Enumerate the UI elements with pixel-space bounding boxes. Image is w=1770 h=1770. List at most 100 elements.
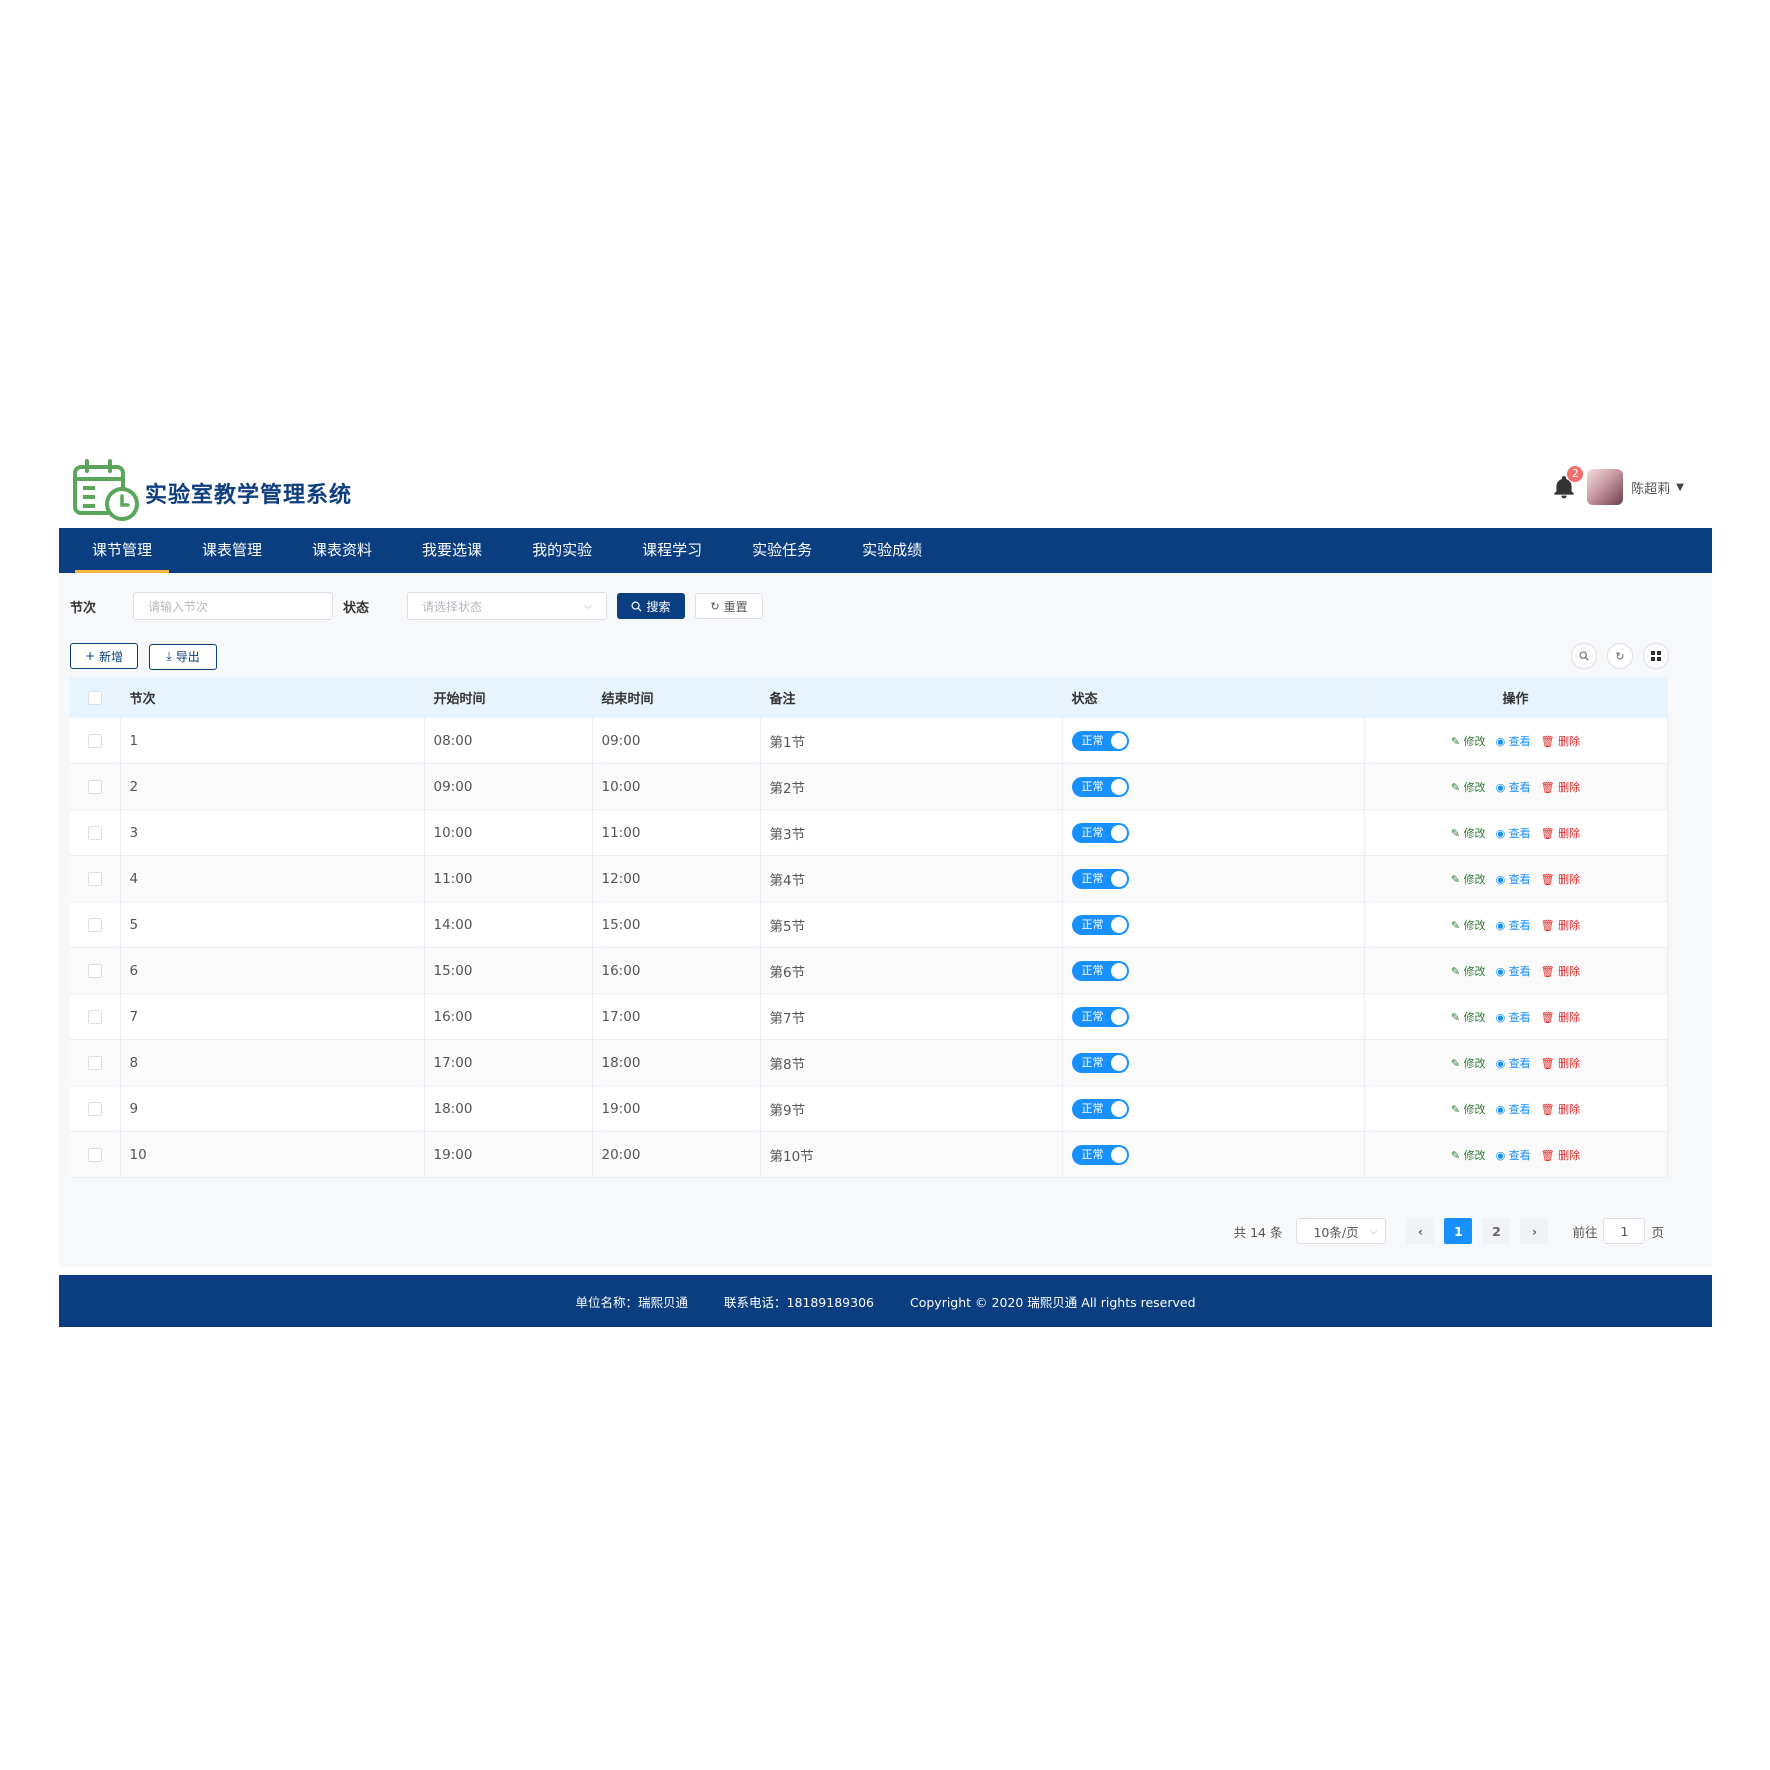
actions-cell: ✎ 修改 ◉ 查看 🗑 删除 — [1364, 993, 1668, 1040]
nav-item-schedule-management[interactable]: 课表管理 — [185, 528, 279, 573]
add-button-label: 新增 — [99, 649, 124, 664]
status-switch[interactable]: 正常 — [1071, 868, 1129, 889]
status-switch[interactable]: 正常 — [1071, 960, 1129, 981]
row-checkbox[interactable] — [87, 733, 102, 748]
status-switch[interactable]: 正常 — [1071, 730, 1129, 751]
table-row: 1 08:00 09:00 第1节 正常 ✎ 修改 ◉ 查看 🗑 删除 — [70, 718, 1668, 764]
edit-button[interactable]: ✎ 修改 — [1451, 1055, 1486, 1071]
nav-item-lesson-management[interactable]: 课节管理 — [75, 528, 170, 573]
delete-button[interactable]: 🗑 删除 — [1541, 963, 1580, 979]
reset-button[interactable]: ↻ 重置 — [695, 593, 763, 619]
status-cell: 正常 — [1062, 1085, 1365, 1132]
row-checkbox[interactable] — [87, 1147, 102, 1162]
status-switch[interactable]: 正常 — [1071, 1006, 1129, 1027]
row-checkbox[interactable] — [87, 825, 102, 840]
delete-button[interactable]: 🗑 删除 — [1541, 733, 1580, 749]
delete-button[interactable]: 🗑 删除 — [1541, 825, 1580, 841]
row-checkbox[interactable] — [87, 1101, 102, 1116]
user-menu-caret-icon[interactable]: ▼ — [1676, 482, 1684, 493]
status-switch[interactable]: 正常 — [1071, 914, 1129, 935]
edit-button[interactable]: ✎ 修改 — [1451, 1101, 1486, 1117]
view-button[interactable]: ◉ 查看 — [1496, 1009, 1531, 1025]
view-button[interactable]: ◉ 查看 — [1496, 871, 1531, 887]
nav-item-experiment-scores[interactable]: 实验成绩 — [845, 528, 939, 573]
view-button[interactable]: ◉ 查看 — [1496, 1147, 1531, 1163]
add-button[interactable]: + 新增 — [70, 643, 138, 669]
edit-button[interactable]: ✎ 修改 — [1451, 733, 1486, 749]
view-button[interactable]: ◉ 查看 — [1496, 733, 1531, 749]
start-time-cell: 08:00 — [424, 718, 593, 764]
edit-button[interactable]: ✎ 修改 — [1451, 871, 1486, 887]
view-button[interactable]: ◉ 查看 — [1496, 1101, 1531, 1117]
goto-page-input[interactable]: 1 — [1603, 1218, 1646, 1244]
refresh-button[interactable]: ↻ — [1607, 643, 1633, 669]
delete-button[interactable]: 🗑 删除 — [1541, 1009, 1580, 1025]
eye-icon: ◉ — [1495, 872, 1509, 886]
export-button[interactable]: ⤓ 导出 — [149, 643, 218, 670]
section-input[interactable]: 请输入节次 — [133, 592, 333, 620]
status-switch[interactable]: 正常 — [1071, 776, 1129, 797]
start-time-cell: 19:00 — [424, 1131, 593, 1178]
edit-button[interactable]: ✎ 修改 — [1451, 825, 1486, 841]
nav-item-my-experiments[interactable]: 我的实验 — [515, 528, 609, 573]
actions-cell: ✎ 修改 ◉ 查看 🗑 删除 — [1364, 855, 1668, 902]
remark-cell: 第3节 — [760, 809, 1063, 856]
remark-cell: 第6节 — [760, 947, 1063, 994]
row-checkbox[interactable] — [87, 1009, 102, 1024]
row-checkbox[interactable] — [87, 1055, 102, 1070]
edit-icon: ✎ — [1450, 826, 1464, 840]
view-button[interactable]: ◉ 查看 — [1496, 917, 1531, 933]
view-label: 查看 — [1508, 964, 1531, 978]
actions-cell: ✎ 修改 ◉ 查看 🗑 删除 — [1364, 947, 1668, 994]
avatar[interactable] — [1587, 469, 1624, 505]
edit-button[interactable]: ✎ 修改 — [1451, 779, 1486, 795]
row-checkbox[interactable] — [87, 963, 102, 978]
next-page-button[interactable]: › — [1520, 1218, 1549, 1244]
view-button[interactable]: ◉ 查看 — [1496, 779, 1531, 795]
delete-button[interactable]: 🗑 删除 — [1541, 1055, 1580, 1071]
nav-item-schedule-materials[interactable]: 课表资料 — [295, 528, 389, 573]
row-checkbox[interactable] — [87, 779, 102, 794]
view-button[interactable]: ◉ 查看 — [1496, 825, 1531, 841]
col-header-remark: 备注 — [760, 677, 1063, 718]
columns-button[interactable] — [1643, 643, 1669, 669]
delete-button[interactable]: 🗑 删除 — [1541, 1101, 1580, 1117]
page-button-2[interactable]: 2 — [1482, 1218, 1511, 1244]
row-checkbox[interactable] — [87, 917, 102, 932]
status-switch[interactable]: 正常 — [1071, 1052, 1129, 1073]
view-button[interactable]: ◉ 查看 — [1496, 963, 1531, 979]
notification-bell[interactable]: 2 — [1551, 466, 1584, 500]
row-checkbox[interactable] — [87, 871, 102, 886]
nav-item-course-learning[interactable]: 课程学习 — [625, 528, 719, 573]
edit-button[interactable]: ✎ 修改 — [1451, 917, 1486, 933]
view-button[interactable]: ◉ 查看 — [1496, 1055, 1531, 1071]
edit-icon: ✎ — [1450, 1010, 1464, 1024]
edit-button[interactable]: ✎ 修改 — [1451, 1147, 1486, 1163]
status-switch[interactable]: 正常 — [1071, 1098, 1129, 1119]
page-button-1[interactable]: 1 — [1444, 1218, 1473, 1244]
search-button[interactable]: 搜索 — [617, 593, 685, 619]
delete-button[interactable]: 🗑 删除 — [1541, 1147, 1580, 1163]
row-select-cell — [70, 1039, 121, 1086]
page-size-select[interactable]: 10条/页 ⌵ — [1296, 1218, 1387, 1244]
footer-phone: 联系电话：18189189306 — [724, 1294, 874, 1310]
section-cell: 4 — [120, 855, 425, 902]
edit-button[interactable]: ✎ 修改 — [1451, 1009, 1486, 1025]
edit-button[interactable]: ✎ 修改 — [1451, 963, 1486, 979]
status-switch[interactable]: 正常 — [1071, 822, 1129, 843]
nav-item-experiment-tasks[interactable]: 实验任务 — [735, 528, 829, 573]
delete-button[interactable]: 🗑 删除 — [1541, 871, 1580, 887]
delete-button[interactable]: 🗑 删除 — [1541, 779, 1580, 795]
calendar-clock-logo — [73, 459, 139, 521]
section-cell: 8 — [120, 1039, 425, 1086]
status-switch[interactable]: 正常 — [1071, 1144, 1129, 1165]
toggle-search-button[interactable] — [1571, 643, 1597, 669]
row-select-cell — [70, 1131, 121, 1178]
delete-button[interactable]: 🗑 删除 — [1541, 917, 1580, 933]
username[interactable]: 陈超莉 — [1631, 478, 1670, 497]
status-select[interactable]: 请选择状态 ⌵ — [407, 592, 607, 620]
view-label: 查看 — [1508, 1102, 1531, 1116]
prev-page-button[interactable]: ‹ — [1406, 1218, 1435, 1244]
select-all-checkbox[interactable] — [87, 690, 102, 705]
nav-item-course-selection[interactable]: 我要选课 — [405, 528, 499, 573]
